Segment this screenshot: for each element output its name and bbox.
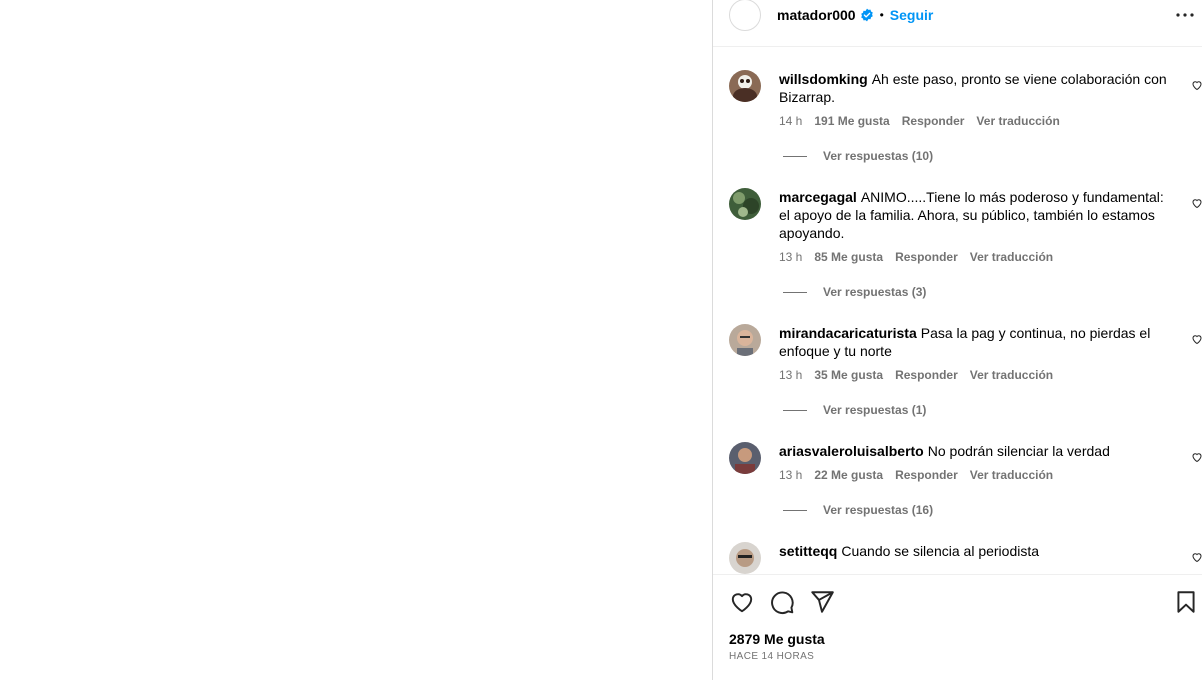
comment-text: Cuando se silencia al periodista xyxy=(841,543,1040,559)
comment-username[interactable]: mirandacaricaturista xyxy=(779,325,917,341)
comment-time[interactable]: 13 h xyxy=(779,368,802,382)
comment-username[interactable]: willsdomking xyxy=(779,71,868,87)
comments-list[interactable]: willsdomking Ah este paso, pronto se vien… xyxy=(713,47,1202,574)
comment-icon[interactable] xyxy=(769,589,795,615)
separator-dot: • xyxy=(879,8,884,22)
comment-body: setitteqq Cuando se silencia al periodist… xyxy=(779,542,1169,560)
verified-badge-icon xyxy=(860,8,873,22)
author-avatar[interactable] xyxy=(729,0,761,31)
view-replies-label: Ver respuestas (16) xyxy=(823,503,934,517)
translate-button[interactable]: Ver traducción xyxy=(970,468,1053,482)
heart-icon[interactable] xyxy=(729,589,755,615)
bookmark-icon[interactable] xyxy=(1173,589,1199,615)
comment-likes[interactable]: 35 Me gusta xyxy=(814,368,883,382)
comment-meta: 13 h 85 Me gusta Responder Ver traducció… xyxy=(779,250,1053,264)
commenter-avatar[interactable] xyxy=(729,442,761,474)
replies-line xyxy=(783,155,807,157)
commenter-avatar[interactable] xyxy=(729,542,761,574)
commenter-avatar[interactable] xyxy=(729,188,761,220)
comment-meta: 13 h 22 Me gusta Responder Ver traducció… xyxy=(779,468,1053,482)
view-replies-button[interactable]: Ver respuestas (1) xyxy=(783,403,926,417)
replies-line xyxy=(783,509,807,511)
likes-count[interactable]: 2879 Me gusta xyxy=(729,631,825,647)
comment-like-icon[interactable] xyxy=(1191,197,1202,209)
reply-button[interactable]: Responder xyxy=(902,114,965,128)
comment-like-icon[interactable] xyxy=(1191,551,1202,563)
author-row: matador000 • Seguir xyxy=(777,6,933,24)
comment-time[interactable]: 14 h xyxy=(779,114,802,128)
comment-time[interactable]: 13 h xyxy=(779,250,802,264)
share-icon[interactable] xyxy=(809,589,835,615)
comment-likes[interactable]: 191 Me gusta xyxy=(814,114,889,128)
view-replies-label: Ver respuestas (1) xyxy=(823,403,927,417)
reply-button[interactable]: Responder xyxy=(895,368,958,382)
comment-time[interactable]: 13 h xyxy=(779,468,802,482)
comment-text: No podrán silenciar la verdad xyxy=(927,443,1110,459)
author-username[interactable]: matador000 xyxy=(777,7,856,23)
commenter-avatar[interactable] xyxy=(729,70,761,102)
comment-body: mirandacaricaturista Pasa la pag y contin… xyxy=(779,324,1169,360)
translate-button[interactable]: Ver traducción xyxy=(976,114,1059,128)
post-actions-bar: 2879 Me gusta HACE 14 HORAS xyxy=(713,574,1202,680)
comment-like-icon[interactable] xyxy=(1191,451,1202,463)
view-replies-button[interactable]: Ver respuestas (16) xyxy=(783,503,933,517)
view-replies-button[interactable]: Ver respuestas (10) xyxy=(783,149,933,163)
comment-body: willsdomking Ah este paso, pronto se vien… xyxy=(779,70,1169,106)
comment-body: ariasvaleroluisalberto No podrán silencia… xyxy=(779,442,1169,460)
more-options-icon xyxy=(1176,13,1194,17)
translate-button[interactable]: Ver traducción xyxy=(970,368,1053,382)
reply-button[interactable]: Responder xyxy=(895,250,958,264)
view-replies-label: Ver respuestas (10) xyxy=(823,149,934,163)
comment-like-icon[interactable] xyxy=(1191,333,1202,345)
post-timestamp[interactable]: HACE 14 HORAS xyxy=(729,651,814,662)
comment-likes[interactable]: 85 Me gusta xyxy=(814,250,883,264)
commenter-avatar[interactable] xyxy=(729,324,761,356)
replies-line xyxy=(783,409,807,411)
comment-like-icon[interactable] xyxy=(1191,79,1202,91)
translate-button[interactable]: Ver traducción xyxy=(970,250,1053,264)
post-media-area xyxy=(0,0,712,680)
comment-username[interactable]: marcegagal xyxy=(779,189,857,205)
comment-body: marcegagal ANIMO.....Tiene lo más poderos… xyxy=(779,188,1169,242)
comment-meta: 14 h 191 Me gusta Responder Ver traducci… xyxy=(779,114,1060,128)
replies-line xyxy=(783,291,807,293)
post-side-panel: matador000 • Seguir willsdomking Ah este … xyxy=(712,0,1202,680)
comment-username[interactable]: setitteqq xyxy=(779,543,837,559)
comment-username[interactable]: ariasvaleroluisalberto xyxy=(779,443,924,459)
reply-button[interactable]: Responder xyxy=(895,468,958,482)
post-header: matador000 • Seguir xyxy=(713,0,1202,47)
comment-likes[interactable]: 22 Me gusta xyxy=(814,468,883,482)
comment-meta: 13 h 35 Me gusta Responder Ver traducció… xyxy=(779,368,1053,382)
view-replies-label: Ver respuestas (3) xyxy=(823,285,927,299)
more-options-button[interactable] xyxy=(1175,5,1195,25)
view-replies-button[interactable]: Ver respuestas (3) xyxy=(783,285,926,299)
follow-button[interactable]: Seguir xyxy=(890,7,934,23)
